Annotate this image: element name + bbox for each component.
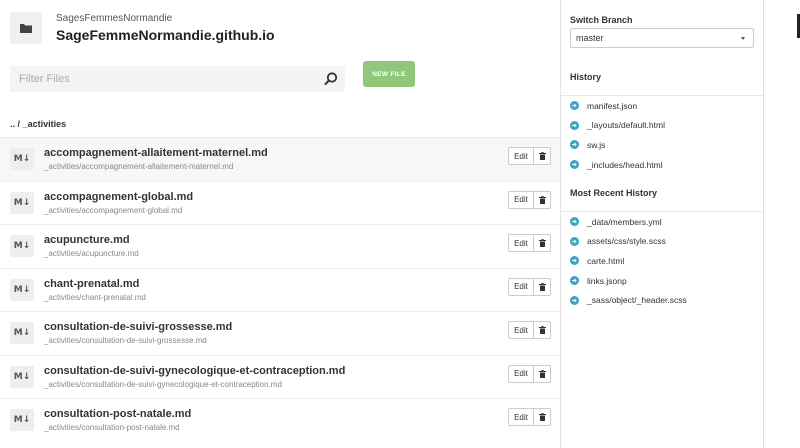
history-item[interactable]: sw.js xyxy=(561,135,764,155)
trash-icon[interactable] xyxy=(534,234,551,252)
file-path: _activities/chant-prenatal.md xyxy=(44,292,146,302)
recent-history-list: _data/members.yml assets/css/style.scss … xyxy=(561,211,764,310)
trash-icon[interactable] xyxy=(534,190,551,209)
file-path: _activities/consultation-post-natale.md xyxy=(44,423,180,432)
filter-box xyxy=(10,66,345,92)
sidebar: Switch Branch master History manifest.js… xyxy=(560,0,764,448)
history-item[interactable]: links.jsonp xyxy=(561,271,764,291)
trash-icon[interactable] xyxy=(534,408,551,426)
recent-history-title: Most Recent History xyxy=(570,188,658,198)
trash-icon[interactable] xyxy=(534,364,551,383)
history-item-label: links.jsonp xyxy=(587,275,627,286)
arrow-circle-icon xyxy=(570,120,579,130)
history-item[interactable]: manifest.json xyxy=(561,96,764,116)
markdown-icon: M↓ xyxy=(10,409,34,431)
right-edge-panel xyxy=(763,0,800,448)
file-name[interactable]: consultation-de-suivi-gynecologique-et-c… xyxy=(44,365,345,377)
edit-button[interactable]: Edit xyxy=(508,408,534,426)
file-name[interactable]: accompagnement-global.md xyxy=(44,191,193,203)
file-row[interactable]: M↓ consultation-de-suivi-gynecologique-e… xyxy=(0,354,560,399)
markdown-icon: M↓ xyxy=(10,191,34,214)
edit-button[interactable]: Edit xyxy=(508,364,534,383)
history-item-label: carte.html xyxy=(587,255,625,266)
arrow-circle-icon xyxy=(570,256,579,266)
history-item[interactable]: assets/css/style.scss xyxy=(561,232,764,252)
history-list: manifest.json _layouts/default.html sw.j… xyxy=(561,95,764,174)
edit-button[interactable]: Edit xyxy=(508,277,534,296)
history-item-label: _layouts/default.html xyxy=(587,120,665,131)
edit-button[interactable]: Edit xyxy=(508,147,534,165)
markdown-icon: M↓ xyxy=(10,278,34,301)
arrow-circle-icon xyxy=(570,236,579,246)
repo-name[interactable]: SageFemmeNormandie.github.io xyxy=(56,25,275,45)
repo-owner: SagesFemmesNormandie xyxy=(56,12,173,24)
file-path: _activities/accompagnement-allaitement-m… xyxy=(44,162,234,171)
trash-icon[interactable] xyxy=(534,277,551,296)
trash-icon[interactable] xyxy=(534,321,551,339)
history-item[interactable]: _includes/head.html xyxy=(561,155,764,175)
file-name[interactable]: accompagnement-allaitement-maternel.md xyxy=(44,147,268,159)
history-item-label: _data/members.yml xyxy=(587,216,662,227)
file-row[interactable]: M↓ accompagnement-global.md _activities/… xyxy=(0,180,560,225)
history-item-label: assets/css/style.scss xyxy=(587,236,666,247)
file-name[interactable]: consultation-de-suivi-grossesse.md xyxy=(44,321,232,333)
main-panel: SagesFemmesNormandie SageFemmeNormandie.… xyxy=(0,0,560,448)
file-name[interactable]: chant-prenatal.md xyxy=(44,278,139,290)
arrow-circle-icon xyxy=(570,160,579,170)
file-row[interactable]: M↓ consultation-de-suivi-grossesse.md _a… xyxy=(0,311,560,355)
branch-select[interactable]: master xyxy=(570,28,754,48)
history-item[interactable]: _sass/object/_header.scss xyxy=(561,290,764,310)
file-list: M↓ accompagnement-allaitement-maternel.m… xyxy=(0,137,560,442)
arrow-circle-icon xyxy=(570,140,579,150)
breadcrumb-current: _activities xyxy=(22,119,67,129)
history-item-label: _includes/head.html xyxy=(587,159,663,170)
switch-branch-title: Switch Branch xyxy=(570,15,633,25)
file-row[interactable]: M↓ accompagnement-allaitement-maternel.m… xyxy=(0,137,560,181)
markdown-icon: M↓ xyxy=(10,365,34,388)
file-row[interactable]: M↓ chant-prenatal.md _activities/chant-p… xyxy=(0,267,560,312)
breadcrumb: .. / _activities xyxy=(10,119,66,129)
history-item[interactable]: _data/members.yml xyxy=(561,212,764,232)
arrow-circle-icon xyxy=(570,276,579,286)
file-path: _activities/consultation-de-suivi-grosse… xyxy=(44,336,207,345)
arrow-circle-icon xyxy=(570,295,579,305)
history-item[interactable]: _layouts/default.html xyxy=(561,116,764,136)
history-item-label: sw.js xyxy=(587,139,606,150)
file-row[interactable]: M↓ acupuncture.md _activities/acupunctur… xyxy=(0,224,560,268)
search-icon[interactable] xyxy=(323,71,339,87)
history-item-label: _sass/object/_header.scss xyxy=(587,295,687,306)
file-path: _activities/acupuncture.md xyxy=(44,249,139,258)
file-path: _activities/accompagnement-global.md xyxy=(44,205,183,215)
file-row[interactable]: M↓ consultation-post-natale.md _activiti… xyxy=(0,398,560,442)
markdown-icon: M↓ xyxy=(10,148,34,170)
trash-icon[interactable] xyxy=(534,147,551,165)
history-item[interactable]: carte.html xyxy=(561,251,764,271)
chevron-down-icon xyxy=(741,37,745,40)
repo-header: SagesFemmesNormandie SageFemmeNormandie.… xyxy=(10,10,275,46)
edit-button[interactable]: Edit xyxy=(508,190,534,209)
folder-icon xyxy=(10,12,42,44)
file-name[interactable]: acupuncture.md xyxy=(44,234,130,246)
history-title: History xyxy=(570,72,602,82)
new-file-button[interactable]: NEW FILE xyxy=(363,61,415,87)
edit-button[interactable]: Edit xyxy=(508,234,534,252)
breadcrumb-separator: / xyxy=(17,119,21,129)
filter-files-input[interactable] xyxy=(10,66,310,92)
markdown-icon: M↓ xyxy=(10,322,34,344)
edit-button[interactable]: Edit xyxy=(508,321,534,339)
file-name[interactable]: consultation-post-natale.md xyxy=(44,408,191,420)
markdown-icon: M↓ xyxy=(10,235,34,257)
file-path: _activities/consultation-de-suivi-gyneco… xyxy=(44,379,282,389)
breadcrumb-parent[interactable]: .. xyxy=(10,119,15,129)
history-item-label: manifest.json xyxy=(587,100,638,111)
arrow-circle-icon xyxy=(570,217,579,227)
arrow-circle-icon xyxy=(570,101,579,111)
branch-select-value: master xyxy=(576,33,604,43)
